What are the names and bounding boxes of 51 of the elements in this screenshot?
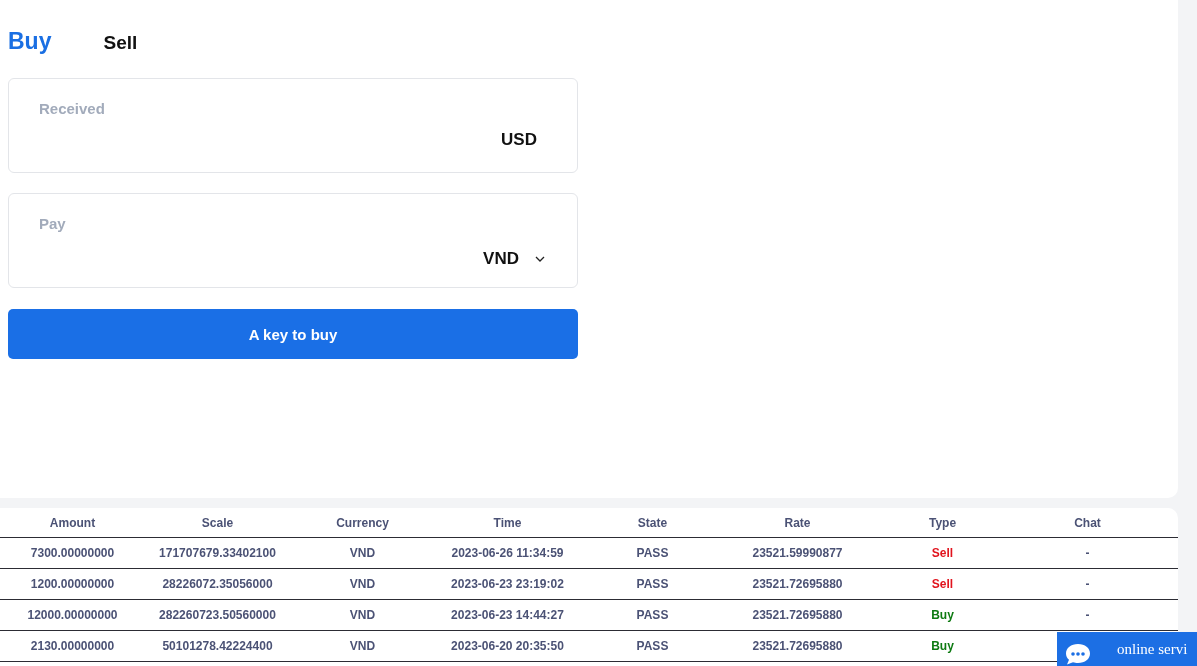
- table-cell: 23521.72695880: [752, 639, 843, 653]
- table-cell: 28226072.35056000: [162, 577, 273, 591]
- table-cell: VND: [349, 608, 376, 622]
- table-cell: 7300.00000000: [30, 546, 115, 560]
- table-cell: 282260723.50560000: [159, 608, 276, 622]
- field-label: Pay: [39, 215, 66, 232]
- table-cell: Sell: [931, 577, 954, 591]
- table-cell: 12000.00000000: [27, 608, 118, 622]
- table-cell: VND: [349, 639, 376, 653]
- column-header: Chat: [1074, 515, 1101, 530]
- column-header: Amount: [49, 515, 96, 530]
- table-cell: Buy: [931, 639, 954, 653]
- table-cell: PASS: [636, 577, 669, 591]
- chevron-down-icon: [535, 256, 545, 262]
- currency-label: USD: [501, 130, 537, 150]
- column-header: Rate: [784, 515, 811, 530]
- column-header: State: [637, 515, 668, 530]
- field-label: Received: [39, 100, 105, 117]
- table-cell: 2023-06-23 14:44:27: [451, 608, 564, 622]
- buy-button[interactable]: A key to buy: [8, 309, 578, 359]
- table-cell: 2130.00000000: [30, 639, 115, 653]
- table-cell: VND: [349, 546, 376, 560]
- column-header: Scale: [201, 515, 234, 530]
- table-cell: VND: [349, 577, 376, 591]
- amount-field[interactable]: Received USD: [8, 78, 578, 173]
- table-cell: Sell: [931, 546, 954, 560]
- table-cell: 2023-06-20 20:35:50: [451, 639, 564, 653]
- table-cell: 2023-06-23 23:19:02: [451, 577, 564, 591]
- table-cell: PASS: [636, 639, 669, 653]
- table-cell: 23521.72695880: [752, 608, 843, 622]
- table-cell: -: [1085, 546, 1090, 560]
- table-cell: PASS: [636, 608, 669, 622]
- table-cell: 171707679.33402100: [159, 546, 276, 560]
- table-cell: 23521.59990877: [752, 546, 843, 560]
- table-cell: -: [1085, 608, 1090, 622]
- column-header: Time: [493, 515, 522, 530]
- chat-bubble-icon: [1065, 643, 1091, 665]
- column-header: Currency: [336, 515, 389, 530]
- table-cell: PASS: [636, 546, 669, 560]
- table-cell: -: [1085, 577, 1090, 591]
- table-cell: 1200.00000000: [30, 577, 115, 591]
- table-cell: Buy: [931, 608, 954, 622]
- amount-field[interactable]: Pay VND: [8, 193, 578, 288]
- currency-dropdown[interactable]: VND: [483, 249, 545, 269]
- trade-tab[interactable]: Buy: [8, 28, 52, 55]
- table-cell: 23521.72695880: [752, 577, 843, 591]
- trade-tab[interactable]: Sell: [103, 32, 138, 54]
- table-cell: 50101278.42224400: [162, 639, 273, 653]
- table-cell: 2023-06-26 11:34:59: [451, 546, 564, 560]
- column-header: Type: [928, 515, 957, 530]
- online-service-button[interactable]: online servi: [1057, 632, 1197, 666]
